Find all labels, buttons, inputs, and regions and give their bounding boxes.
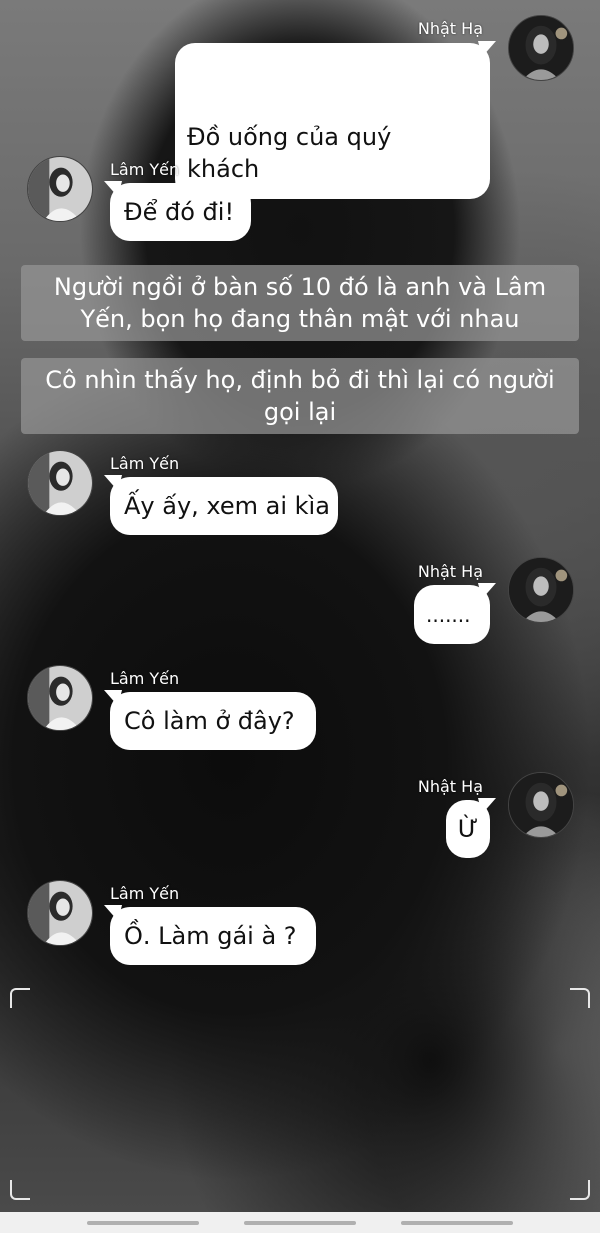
narration-box: Cô nhìn thấy họ, định bỏ đi thì lại có n… — [21, 358, 579, 434]
sender-name: Lâm Yến — [110, 669, 180, 688]
message-text: Đồ uống của quý khách — [187, 123, 392, 183]
bubble-tail-icon — [478, 798, 496, 814]
frame-corner — [10, 1180, 30, 1200]
message-bubble: Cô làm ở đây? — [104, 690, 316, 750]
bubble-tail-icon — [104, 181, 122, 197]
bubble-tail-icon — [104, 905, 122, 921]
message-bubble: ....... — [414, 583, 496, 644]
bubble-tail-icon — [478, 583, 496, 599]
bubble-tail-icon — [478, 41, 496, 57]
avatar-lam-yen[interactable] — [27, 880, 93, 946]
nav-handle[interactable] — [244, 1221, 356, 1225]
message-text: Ừ — [457, 815, 479, 843]
avatar-nhat-ha[interactable] — [508, 772, 574, 838]
sender-name: Nhật Hạ — [417, 777, 483, 796]
message-text: Ấy ấy, xem ai kìa — [124, 492, 330, 520]
nav-handle[interactable] — [401, 1221, 513, 1225]
message-bubble: Để đó đi! — [104, 181, 251, 241]
sender-name: Nhật Hạ — [417, 19, 483, 38]
avatar-lam-yen[interactable] — [27, 156, 93, 222]
narration-box: Người ngồi ở bàn số 10 đó là anh và Lâm … — [21, 265, 579, 341]
avatar-nhat-ha[interactable] — [508, 557, 574, 623]
frame-corner — [10, 988, 30, 1008]
sender-name: Lâm Yến — [110, 454, 180, 473]
avatar-lam-yen[interactable] — [27, 665, 93, 731]
message-text: Để đó đi! — [124, 198, 235, 226]
narration-text: Người ngồi ở bàn số 10 đó là anh và Lâm … — [53, 273, 547, 333]
bubble-tail-icon — [104, 475, 122, 491]
message-bubble: Ấy ấy, xem ai kìa — [104, 475, 338, 535]
message-text: Cô làm ở đây? — [124, 707, 295, 735]
nav-handle[interactable] — [87, 1221, 199, 1225]
sender-name: Lâm Yến — [110, 884, 180, 903]
message-bubble: Ừ — [446, 798, 496, 858]
bubble-tail-icon — [104, 690, 122, 706]
message-bubble: Ồ. Làm gái à ? — [104, 905, 316, 965]
narration-text: Cô nhìn thấy họ, định bỏ đi thì lại có n… — [45, 366, 555, 426]
message-text: ....... — [426, 603, 471, 627]
avatar-nhat-ha[interactable] — [508, 15, 574, 81]
message-bubble: Đồ uống của quý khách — [175, 41, 496, 199]
sender-name: Nhật Hạ — [417, 562, 483, 581]
avatar-lam-yen[interactable] — [27, 450, 93, 516]
message-text: Ồ. Làm gái à ? — [124, 922, 297, 950]
frame-corner — [570, 988, 590, 1008]
frame-corner — [570, 1180, 590, 1200]
sender-name: Lâm Yến — [110, 160, 180, 179]
bottom-nav-bar — [0, 1212, 600, 1233]
